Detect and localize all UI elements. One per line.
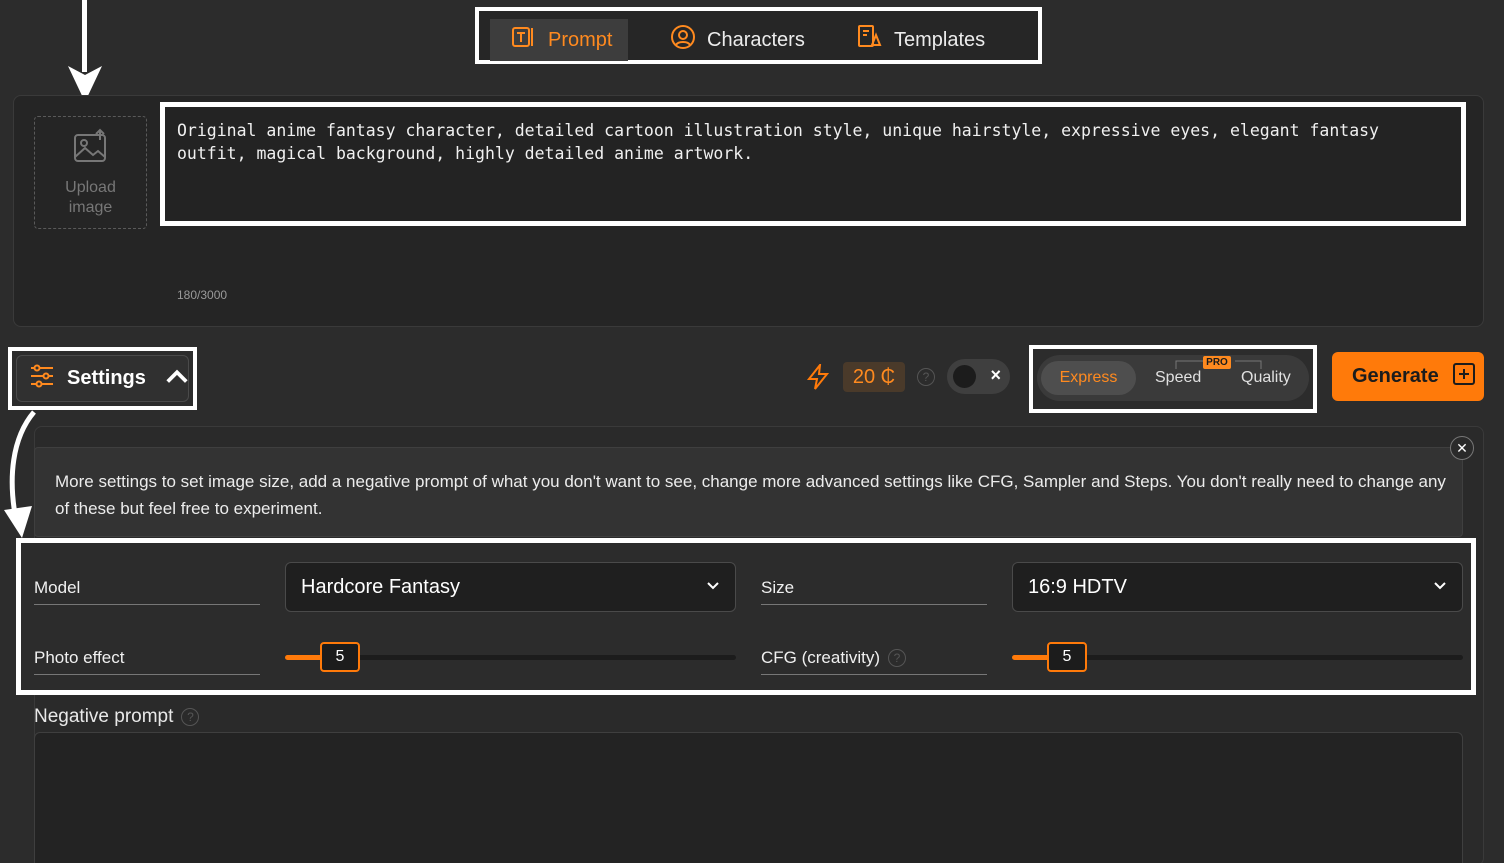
- mode-highlight: Express Speed Quality: [1029, 345, 1317, 413]
- text-frame-icon: [510, 23, 538, 57]
- chevron-up-icon: [164, 363, 190, 395]
- tab-bar: Prompt Characters Templates: [475, 7, 1042, 64]
- negative-prompt-label: Negative prompt ?: [34, 706, 200, 728]
- credits-cost: 20 ₵: [843, 362, 905, 392]
- photo-effect-slider-fill: [285, 655, 325, 660]
- settings-info-text: More settings to set image size, add a n…: [55, 472, 1446, 518]
- sliders-icon: [29, 363, 55, 395]
- prompt-input[interactable]: Original anime fantasy character, detail…: [160, 102, 1466, 226]
- model-select[interactable]: Hardcore Fantasy: [285, 562, 736, 612]
- user-circle-icon: [669, 23, 697, 57]
- cfg-slider-fill: [1012, 655, 1052, 660]
- tab-characters[interactable]: Characters: [669, 19, 805, 61]
- toggle-knob: [953, 365, 976, 388]
- toggle-switch[interactable]: ×: [947, 359, 1010, 394]
- pro-bracket: [1175, 360, 1262, 369]
- close-info-button[interactable]: ✕: [1450, 436, 1474, 460]
- chevron-down-icon: [705, 576, 721, 599]
- cfg-slider-thumb[interactable]: 5: [1047, 642, 1087, 672]
- cfg-label: CFG (creativity) ?: [761, 648, 987, 675]
- plus-square-icon: [1452, 362, 1475, 391]
- tab-prompt[interactable]: Prompt: [490, 19, 629, 61]
- settings-highlight: Settings: [8, 347, 197, 410]
- help-icon[interactable]: ?: [917, 368, 935, 386]
- mode-express[interactable]: Express: [1041, 361, 1136, 395]
- size-label: Size: [761, 578, 987, 605]
- negative-prompt-input[interactable]: [34, 732, 1463, 863]
- template-icon: [856, 23, 884, 57]
- character-counter: 180/3000: [177, 288, 228, 302]
- generate-button[interactable]: Generate: [1332, 352, 1484, 401]
- model-label: Model: [34, 578, 260, 605]
- chevron-down-icon: [1432, 576, 1448, 599]
- settings-button[interactable]: Settings: [16, 355, 189, 402]
- photo-effect-slider-thumb[interactable]: 5: [320, 642, 360, 672]
- mode-selector: Express Speed Quality: [1037, 355, 1309, 401]
- close-icon: ×: [990, 365, 1001, 385]
- bolt-icon: [806, 364, 830, 390]
- annotation-arrow: [82, 0, 87, 72]
- size-select[interactable]: 16:9 HDTV: [1012, 562, 1463, 612]
- tab-templates[interactable]: Templates: [856, 19, 985, 61]
- help-icon[interactable]: ?: [181, 708, 200, 726]
- photo-effect-label: Photo effect: [34, 648, 260, 675]
- image-upload-icon: [72, 128, 110, 178]
- settings-grid-highlight: Model Hardcore Fantasy Size 16:9 HDTV Ph…: [16, 538, 1476, 695]
- upload-label: Upload image: [65, 178, 116, 216]
- help-icon[interactable]: ?: [888, 649, 906, 667]
- upload-image-button[interactable]: Upload image: [34, 116, 147, 229]
